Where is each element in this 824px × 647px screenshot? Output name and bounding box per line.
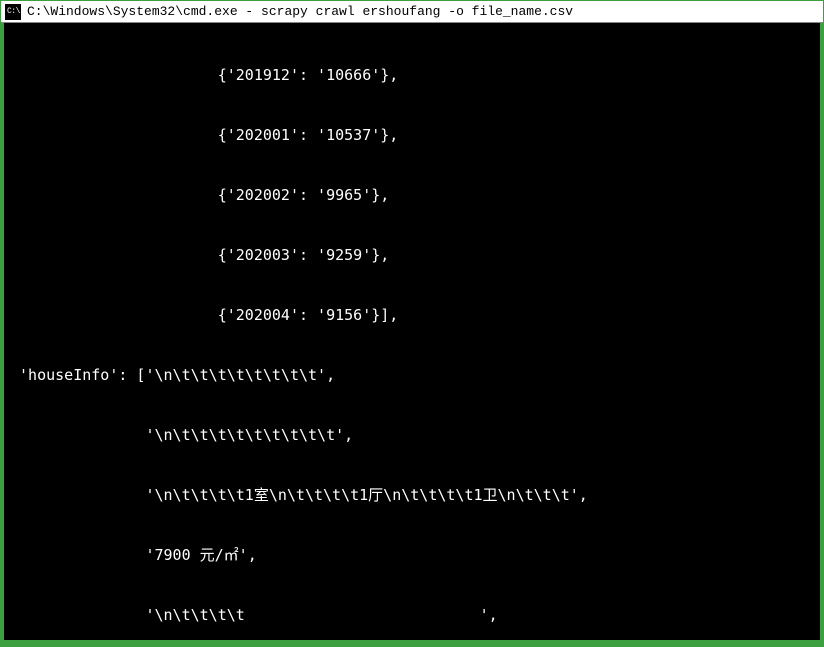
output-line: {'202004': '9156'}], xyxy=(10,305,814,325)
output-line: {'202003': '9259'}, xyxy=(10,245,814,265)
output-line: '\n\t\t\t\t ', xyxy=(10,605,814,625)
cmd-window: C:\ C:\Windows\System32\cmd.exe - scrapy… xyxy=(0,0,824,647)
titlebar[interactable]: C:\ C:\Windows\System32\cmd.exe - scrapy… xyxy=(1,1,823,23)
window-title: C:\Windows\System32\cmd.exe - scrapy cra… xyxy=(27,4,573,19)
output-line: {'201912': '10666'}, xyxy=(10,65,814,85)
output-line: '\n\t\t\t\t\t\t\t\t\t', xyxy=(10,425,814,445)
output-line: {'202001': '10537'}, xyxy=(10,125,814,145)
terminal-output[interactable]: {'201912': '10666'}, {'202001': '10537'}… xyxy=(1,23,823,646)
cmd-icon: C:\ xyxy=(5,4,21,20)
output-line: {'202002': '9965'}, xyxy=(10,185,814,205)
output-line: '\n\t\t\t\t1室\n\t\t\t\t1厅\n\t\t\t\t1卫\n\… xyxy=(10,485,814,505)
output-line: 'houseInfo': ['\n\t\t\t\t\t\t\t\t', xyxy=(10,365,814,385)
output-line: '7900 元/㎡', xyxy=(10,545,814,565)
